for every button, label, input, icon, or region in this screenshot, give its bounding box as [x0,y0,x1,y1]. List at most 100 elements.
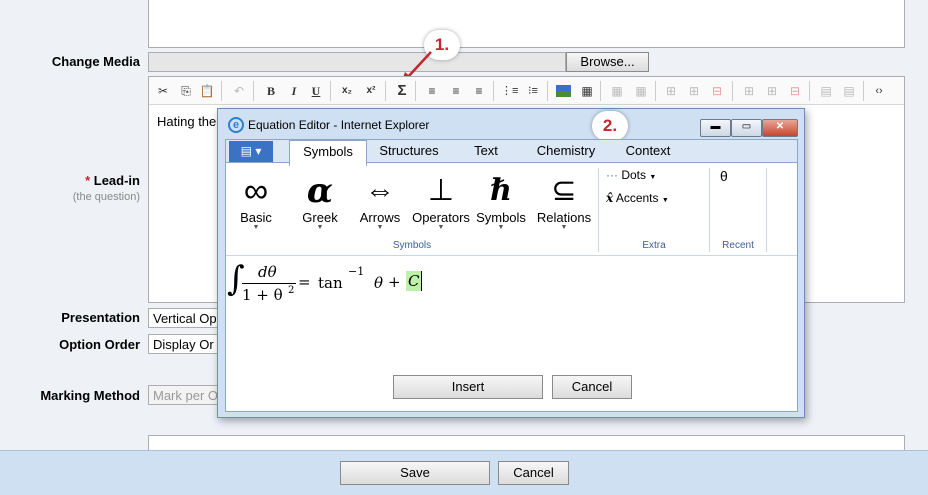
superscript-icon[interactable]: x² [363,83,379,99]
media-path-field[interactable] [148,52,566,72]
insert-col-icon[interactable]: ⊞ [686,83,702,99]
editor-toolbar: ✂ ⎘ 📋 ↶ B I U x₂ x² Σ ≡ ≡ ≡ ⋮≡ ⁝≡ ▦ ▦ ▦ … [149,77,904,105]
recent-group-caption: Recent [722,240,754,251]
symbol-group-basic[interactable]: ∞ Basic ▼ [228,172,284,231]
double-arrow-icon: ⇔ [365,174,395,207]
symbol-group-operators[interactable]: ⊥ Operators ▼ [410,172,472,231]
infinity-icon: ∞ [243,172,269,210]
save-button[interactable]: Save [340,461,490,485]
plus-sign: + [388,273,401,291]
edit-table-icon[interactable]: ▦ [579,83,595,99]
operators-dropdown-icon: ▼ [437,224,445,231]
split-icon[interactable]: ⊞ [764,83,780,99]
italic-icon[interactable]: I [286,83,302,99]
option-order-select[interactable]: Display Or [148,334,228,354]
undo-icon[interactable]: ↶ [231,83,247,99]
browse-button[interactable]: Browse... [566,52,649,72]
cut-icon[interactable]: ✂ [155,83,171,99]
relations-label: Relations [536,210,592,225]
underline-icon[interactable]: U [308,83,324,99]
paste-icon[interactable]: 📋 [199,83,215,99]
insert-row-icon[interactable]: ⊞ [663,83,679,99]
image-icon[interactable] [556,85,571,97]
perpendicular-icon: ⊥ [427,174,455,207]
step-2-label: 2. [602,116,618,135]
lead-in-text: Lead-in [93,173,140,188]
greek-dropdown-icon: ▼ [316,224,324,231]
marking-method-select[interactable]: Mark per O [148,385,228,405]
dots-button[interactable]: ··· Dots ▼ [606,168,656,182]
dialog-cancel-button[interactable]: Cancel [552,375,632,399]
presentation-label: Presentation [61,310,140,325]
required-star: * [85,173,91,188]
align-right-icon[interactable]: ≡ [471,83,487,99]
presentation-select[interactable]: Vertical Op [148,308,228,328]
hbar-icon: ℏ [490,173,512,208]
fraction-numerator: dθ [258,263,277,281]
tab-text[interactable]: Text [456,140,516,162]
bold-icon[interactable]: B [263,83,279,99]
symbol-group-relations[interactable]: ⊆ Relations ▼ [532,172,596,231]
tab-structures[interactable]: Structures [369,140,449,162]
ribbon-panel: ∞ Basic ▼ α Greek ▼ ⇔ Arrows ▼ ⊥ Operato… [226,164,797,256]
equation-editor-dialog: e Equation Editor - Internet Explorer ▬ … [217,108,805,418]
tan-function: tan [318,274,343,292]
option-order-label: Option Order [59,337,140,352]
symbols-label: Symbols [476,210,526,225]
delete-row-icon[interactable]: ⊟ [709,83,725,99]
table-cells-icon[interactable]: ▦ [633,83,649,99]
operators-label: Operators [412,210,470,225]
align-left-icon[interactable]: ≡ [424,83,440,99]
align-center-icon[interactable]: ≡ [448,83,464,99]
cell-props-icon[interactable]: ▤ [841,83,857,99]
dialog-titlebar: e Equation Editor - Internet Explorer ▬ … [218,109,804,139]
subset-icon: ⊆ [551,174,577,207]
symbol-group-arrows[interactable]: ⇔ Arrows ▼ [352,172,408,231]
basic-label: Basic [240,210,272,225]
editor-content: Hating the [157,114,217,129]
merge-icon[interactable]: ⊞ [741,83,757,99]
lead-in-hint: (the question) [72,191,140,203]
dots-icon: ··· [606,168,618,182]
ribbon-menu-button[interactable]: ▤ ▾ [229,141,273,162]
dots-label: Dots [621,168,647,182]
sigma-icon[interactable]: Σ [394,83,410,99]
dialog-body: ▤ ▾ Symbols Structures Text Chemistry Co… [225,139,798,412]
dots-dropdown-icon: ▼ [649,174,657,181]
ie-icon: e [228,117,244,133]
dialog-title: Equation Editor - Internet Explorer [248,118,430,132]
copy-icon[interactable]: ⎘ [178,83,194,99]
form-cancel-button[interactable]: Cancel [498,461,569,485]
subscript-icon[interactable]: x₂ [339,83,355,99]
table-props-icon[interactable]: ▤ [818,83,834,99]
maximize-button[interactable]: ▭ [731,119,762,137]
footer-bar: Save Cancel [0,450,928,495]
equals-sign: = [298,273,311,291]
step-2-badge: 2. [592,111,628,141]
close-button[interactable]: ✕ [762,119,798,137]
arrows-dropdown-icon: ▼ [376,224,384,231]
ribbon-divider [766,168,767,252]
symbol-group-symbols[interactable]: ℏ Symbols ▼ [472,172,530,231]
ribbon-tabs: ▤ ▾ Symbols Structures Text Chemistry Co… [226,140,797,166]
table-icon[interactable]: ▦ [609,83,625,99]
minimize-button[interactable]: ▬ [700,119,731,137]
tab-context[interactable]: Context [612,140,684,162]
tan-exponent: −1 [348,265,365,278]
tab-symbols[interactable]: Symbols [289,140,367,166]
delete-col-icon[interactable]: ⊟ [787,83,803,99]
accents-button[interactable]: x̂ Accents ▼ [606,191,669,205]
numbered-list-icon[interactable]: ⋮≡ [501,83,518,99]
theta-variable: θ [374,274,384,292]
constant-c: C [406,271,423,291]
insert-button[interactable]: Insert [393,375,543,399]
source-code-icon[interactable]: ‹› [871,83,887,99]
symbol-group-greek[interactable]: α Greek ▼ [292,172,348,231]
top-textarea[interactable] [148,0,905,48]
step-1-label: 1. [434,35,450,54]
tab-chemistry[interactable]: Chemistry [526,140,606,162]
recent-theta-button[interactable]: θ [720,168,728,184]
change-media-label: Change Media [51,54,140,69]
bullet-list-icon[interactable]: ⁝≡ [525,83,541,99]
symbols-group-caption: Symbols [392,240,432,251]
